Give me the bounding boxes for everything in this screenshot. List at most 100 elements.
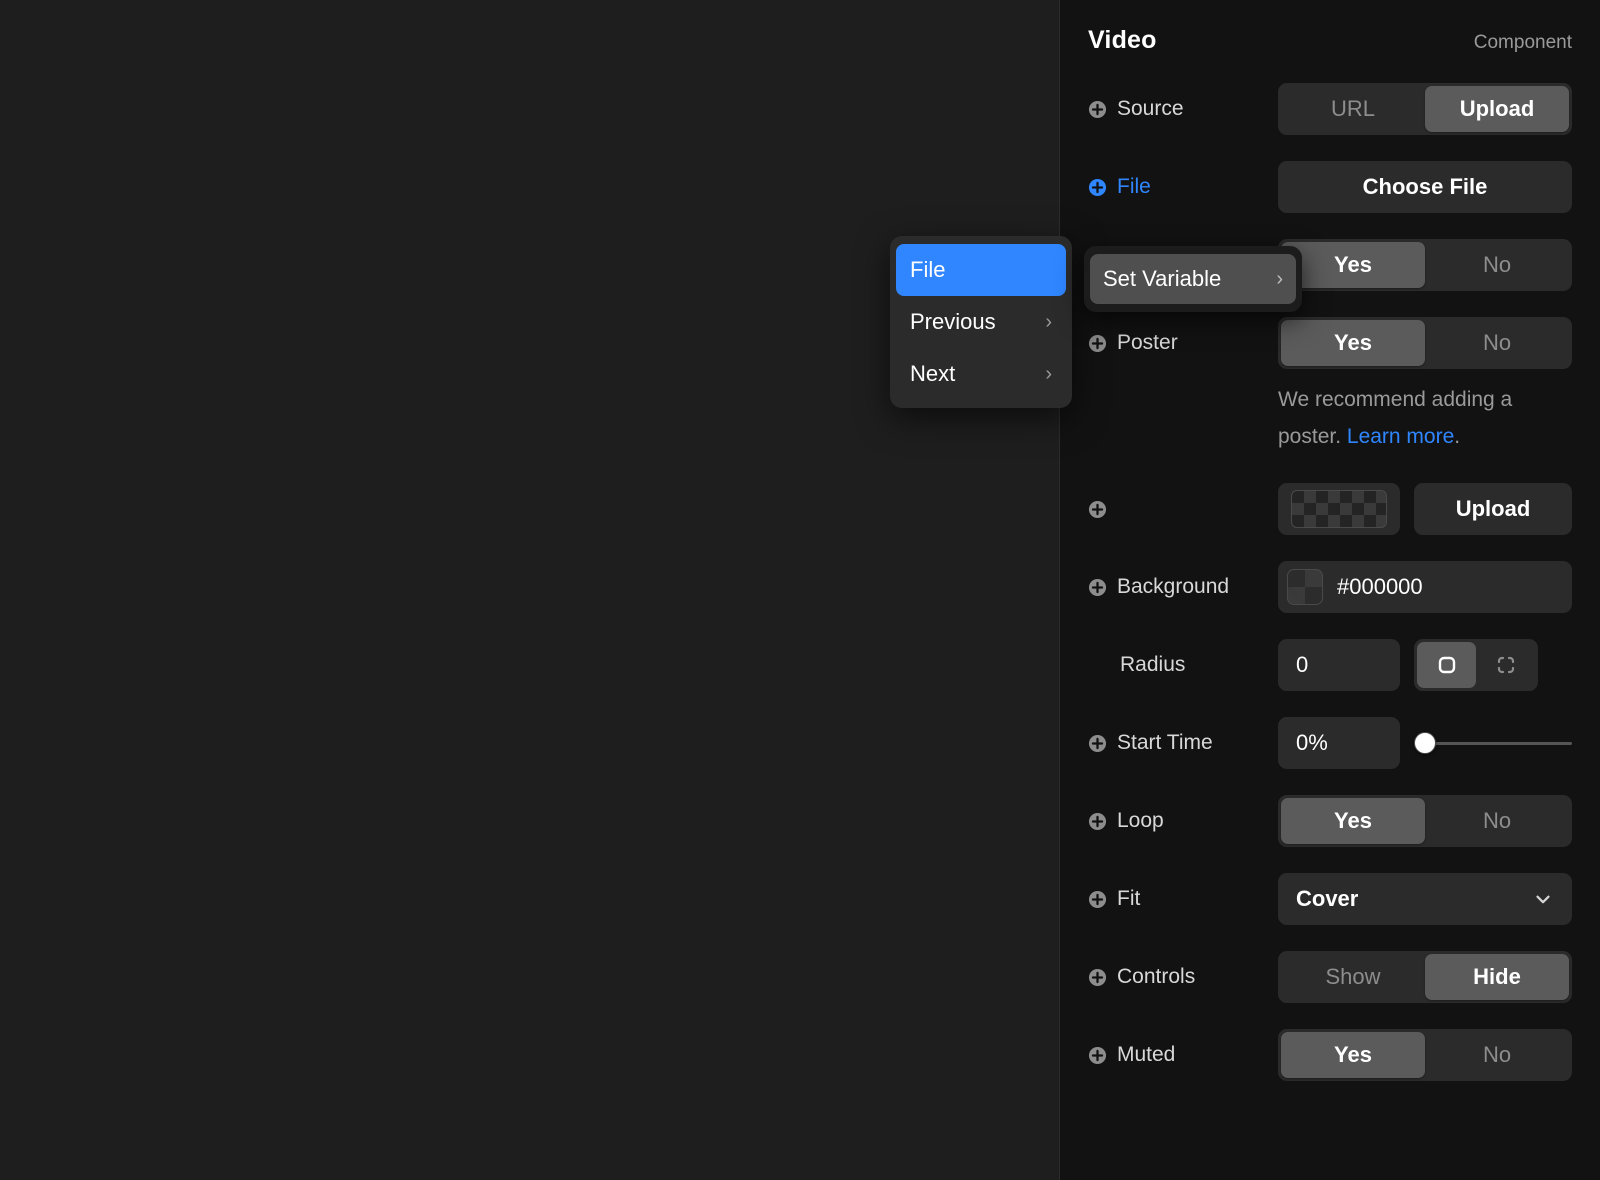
loop-segmented-control[interactable]: Yes No: [1278, 795, 1572, 847]
poster-control: Yes No: [1278, 317, 1572, 369]
source-segmented-control[interactable]: URL Upload: [1278, 83, 1572, 135]
canvas-area[interactable]: [0, 0, 1059, 1180]
poster-upload-control: Upload: [1278, 483, 1572, 535]
row-fit: Fit Cover: [1088, 871, 1572, 927]
muted-option-no[interactable]: No: [1425, 1032, 1569, 1078]
fit-label: Fit: [1117, 887, 1141, 910]
file-label-cell: File: [1088, 175, 1278, 199]
set-variable-menu-item[interactable]: Set Variable ›: [1090, 254, 1296, 304]
background-control: #000000: [1278, 561, 1572, 613]
controls-label-cell: Controls: [1088, 965, 1278, 989]
set-variable-control: Yes No: [1278, 239, 1572, 291]
app-root: Video Component Source URL Upload File C…: [0, 0, 1600, 1180]
plus-circle-icon[interactable]: [1088, 334, 1107, 353]
plus-circle-icon[interactable]: [1088, 178, 1107, 197]
fit-label-cell: Fit: [1088, 887, 1278, 911]
source-control: URL Upload: [1278, 83, 1572, 135]
plus-circle-icon[interactable]: [1088, 968, 1107, 987]
controls-option-hide[interactable]: Hide: [1425, 954, 1569, 1000]
start-time-slider[interactable]: [1414, 717, 1572, 769]
plus-circle-icon[interactable]: [1088, 100, 1107, 119]
plus-circle-icon[interactable]: [1088, 500, 1107, 519]
file-control: Choose File: [1278, 161, 1572, 213]
color-swatch-icon[interactable]: [1287, 569, 1323, 605]
background-label-cell: Background: [1088, 575, 1278, 599]
radius-mode-toggle[interactable]: [1414, 639, 1538, 691]
row-source: Source URL Upload: [1088, 81, 1572, 137]
slider-track: [1414, 741, 1572, 745]
choose-file-button[interactable]: Choose File: [1278, 161, 1572, 213]
poster-hint-text: We recommend adding a poster. Learn more…: [1278, 381, 1572, 455]
plus-circle-icon[interactable]: [1088, 734, 1107, 753]
background-color-field[interactable]: #000000: [1278, 561, 1572, 613]
set-variable-popover: Set Variable ›: [1084, 246, 1302, 312]
context-menu-item-label: Previous: [910, 309, 996, 334]
chevron-right-icon: ›: [1276, 267, 1283, 290]
row-file: File Choose File: [1088, 159, 1572, 215]
loop-control: Yes No: [1278, 795, 1572, 847]
radius-label-cell: Radius: [1088, 653, 1278, 677]
loop-option-yes[interactable]: Yes: [1281, 798, 1425, 844]
fit-select[interactable]: Cover: [1278, 873, 1572, 925]
set-variable-segmented-control[interactable]: Yes No: [1278, 239, 1572, 291]
background-hex-value[interactable]: #000000: [1337, 574, 1423, 600]
loop-option-no[interactable]: No: [1425, 798, 1569, 844]
context-menu-item-label: Next: [910, 361, 956, 386]
plus-circle-icon[interactable]: [1088, 812, 1107, 831]
start-time-label-cell: Start Time: [1088, 731, 1278, 755]
loop-label-cell: Loop: [1088, 809, 1278, 833]
file-label: File: [1117, 175, 1151, 198]
context-menu-item-file[interactable]: File: [896, 244, 1066, 296]
muted-control: Yes No: [1278, 1029, 1572, 1081]
set-variable-option-yes[interactable]: Yes: [1281, 242, 1425, 288]
plus-circle-icon[interactable]: [1088, 1046, 1107, 1065]
muted-label-cell: Muted: [1088, 1043, 1278, 1067]
start-time-control: 0%: [1278, 717, 1572, 769]
start-time-input[interactable]: 0%: [1278, 717, 1400, 769]
source-option-upload[interactable]: Upload: [1425, 86, 1569, 132]
radius-input[interactable]: 0: [1278, 639, 1400, 691]
radius-control: 0: [1278, 639, 1572, 691]
controls-segmented-control[interactable]: Show Hide: [1278, 951, 1572, 1003]
poster-label-cell: Poster: [1088, 331, 1278, 355]
transparency-checkerboard-icon: [1291, 490, 1387, 528]
context-menu-item-previous[interactable]: Previous ›: [896, 296, 1066, 348]
source-label-cell: Source: [1088, 97, 1278, 121]
row-loop: Loop Yes No: [1088, 793, 1572, 849]
loop-label: Loop: [1117, 809, 1164, 832]
muted-option-yes[interactable]: Yes: [1281, 1032, 1425, 1078]
poster-upload-button[interactable]: Upload: [1414, 483, 1572, 535]
source-label: Source: [1117, 97, 1184, 120]
plus-circle-icon[interactable]: [1088, 890, 1107, 909]
inspector-panel: Video Component Source URL Upload File C…: [1059, 0, 1600, 1180]
muted-segmented-control[interactable]: Yes No: [1278, 1029, 1572, 1081]
radius-uniform-button[interactable]: [1417, 642, 1476, 688]
muted-label: Muted: [1117, 1043, 1176, 1066]
poster-option-no[interactable]: No: [1425, 320, 1569, 366]
row-poster-upload: Upload: [1088, 481, 1572, 537]
row-poster-hint: We recommend adding a poster. Learn more…: [1088, 381, 1572, 455]
poster-option-yes[interactable]: Yes: [1281, 320, 1425, 366]
poster-hint-after: .: [1454, 425, 1461, 448]
rounded-square-icon: [1438, 656, 1455, 674]
slider-thumb[interactable]: [1414, 732, 1436, 754]
poster-thumbnail-button[interactable]: [1278, 483, 1400, 535]
start-time-label: Start Time: [1117, 731, 1213, 754]
context-menu-item-next[interactable]: Next ›: [896, 348, 1066, 400]
plus-circle-icon[interactable]: [1088, 578, 1107, 597]
context-menu: File Previous › Next ›: [890, 236, 1072, 408]
row-poster: Poster Yes No: [1088, 315, 1572, 371]
set-variable-option-no[interactable]: No: [1425, 242, 1569, 288]
set-variable-label: Set Variable: [1103, 266, 1222, 291]
radius-individual-button[interactable]: [1476, 642, 1535, 688]
row-radius: Radius 0: [1088, 637, 1572, 693]
learn-more-link[interactable]: Learn more: [1347, 425, 1454, 448]
source-option-url[interactable]: URL: [1281, 86, 1425, 132]
poster-label: Poster: [1117, 331, 1178, 354]
controls-control: Show Hide: [1278, 951, 1572, 1003]
controls-option-show[interactable]: Show: [1281, 954, 1425, 1000]
poster-upload-label-cell: [1088, 500, 1278, 519]
poster-hint-cell: We recommend adding a poster. Learn more…: [1278, 381, 1572, 455]
poster-segmented-control[interactable]: Yes No: [1278, 317, 1572, 369]
fit-selected-value: Cover: [1296, 886, 1359, 911]
